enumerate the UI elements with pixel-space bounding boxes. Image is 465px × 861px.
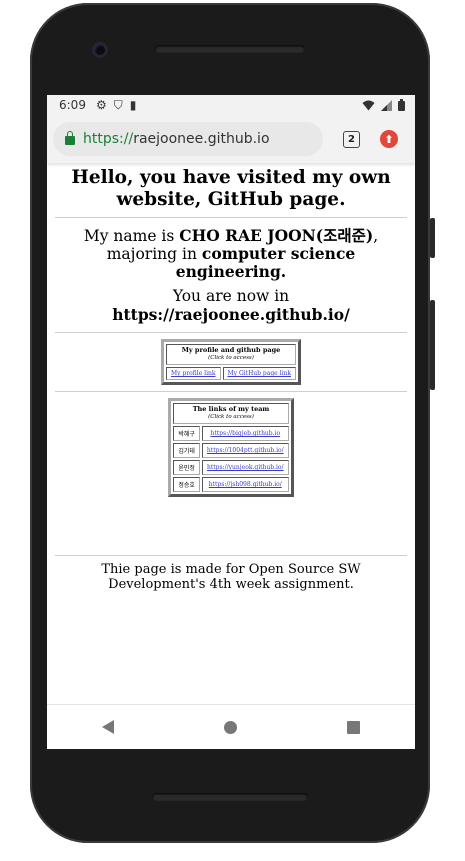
tab-switcher-button[interactable]: 2	[343, 130, 360, 148]
page-heading: Hello, you have visited my own website, …	[71, 167, 391, 210]
back-icon[interactable]	[102, 720, 114, 734]
team-table: The links of my team (Click to access) 박…	[168, 398, 294, 497]
profile-table-header: My profile and github page (Click to acc…	[166, 344, 296, 365]
signal-icon	[381, 99, 392, 111]
team-member-name: 윤민정	[173, 460, 200, 475]
battery-icon	[398, 99, 405, 111]
team-member-link[interactable]: https://jsh098.github.io/	[209, 481, 282, 488]
update-arrow-icon[interactable]: ⬆	[380, 130, 398, 148]
bottom-speaker	[152, 793, 308, 801]
team-table-hint: (Click to access)	[208, 414, 254, 420]
gear-icon: ⚙	[95, 98, 107, 112]
github-page-link[interactable]: My GitHub page link	[228, 370, 291, 377]
earpiece-speaker	[155, 45, 305, 53]
front-camera	[92, 42, 108, 58]
team-table-header: The links of my team (Click to access)	[173, 403, 289, 424]
current-location-text: You are now in https://raejoonee.github.…	[55, 287, 407, 324]
team-member-link[interactable]: https://yunjeok.github.io/	[207, 464, 284, 471]
profile-table-hint: (Click to access)	[208, 355, 254, 361]
team-member-name: 김기태	[173, 443, 200, 458]
sim-card-icon: ▮	[129, 98, 137, 112]
profile-link[interactable]: My profile link	[171, 370, 215, 377]
team-member-name: 정승호	[173, 477, 200, 492]
team-member-name: 박혜구	[173, 426, 200, 441]
url-host: raejoonee.github.io	[133, 131, 270, 147]
team-member-link[interactable]: https://1004ptt.github.io/	[207, 447, 284, 454]
status-time: 6:09	[59, 98, 86, 112]
intro-prefix: My name is	[83, 227, 180, 245]
shield-icon: ⛉	[113, 97, 123, 112]
divider	[55, 391, 407, 392]
profile-table-title: My profile and github page	[181, 346, 281, 354]
page-content: Hello, you have visited my own website, …	[47, 167, 415, 592]
now-prefix: You are now in	[172, 287, 290, 305]
author-major: computer science engineering.	[175, 244, 356, 281]
browser-toolbar: https:// raejoonee.github.io 2 ⬆	[47, 115, 415, 163]
profile-table: My profile and github page (Click to acc…	[161, 339, 301, 385]
table-row: 정승호 https://jsh098.github.io/	[173, 477, 289, 492]
team-member-link[interactable]: https://bigjeb.github.io	[210, 430, 280, 437]
team-table-title: The links of my team	[192, 405, 270, 413]
divider	[55, 555, 407, 556]
table-row: 김기태 https://1004ptt.github.io/	[173, 443, 289, 458]
address-bar[interactable]: https:// raejoonee.github.io	[53, 122, 323, 156]
url-scheme: https://	[83, 131, 134, 147]
table-row: 박혜구 https://bigjeb.github.io	[173, 426, 289, 441]
table-row: 윤민정 https://yunjeok.github.io/	[173, 460, 289, 475]
home-icon[interactable]	[224, 720, 237, 734]
power-button	[430, 218, 435, 258]
wifi-icon	[362, 100, 375, 110]
screen: 6:09 ⚙ ⛉ ▮ https:// raejoonee.github.io …	[47, 95, 415, 749]
current-url: https://raejoonee.github.io/	[112, 305, 350, 324]
volume-button	[430, 300, 435, 390]
recents-icon[interactable]	[347, 720, 360, 734]
footer-text: Thie page is made for Open Source SW Dev…	[101, 562, 361, 592]
lock-icon	[65, 131, 75, 145]
author-name: CHO RAE JOON(조래준)	[179, 226, 374, 245]
status-bar: 6:09 ⚙ ⛉ ▮	[47, 95, 415, 115]
intro-text: My name is CHO RAE JOON(조래준), majoring i…	[55, 227, 407, 281]
system-nav-bar	[47, 704, 415, 749]
divider	[55, 217, 407, 218]
divider	[55, 332, 407, 333]
